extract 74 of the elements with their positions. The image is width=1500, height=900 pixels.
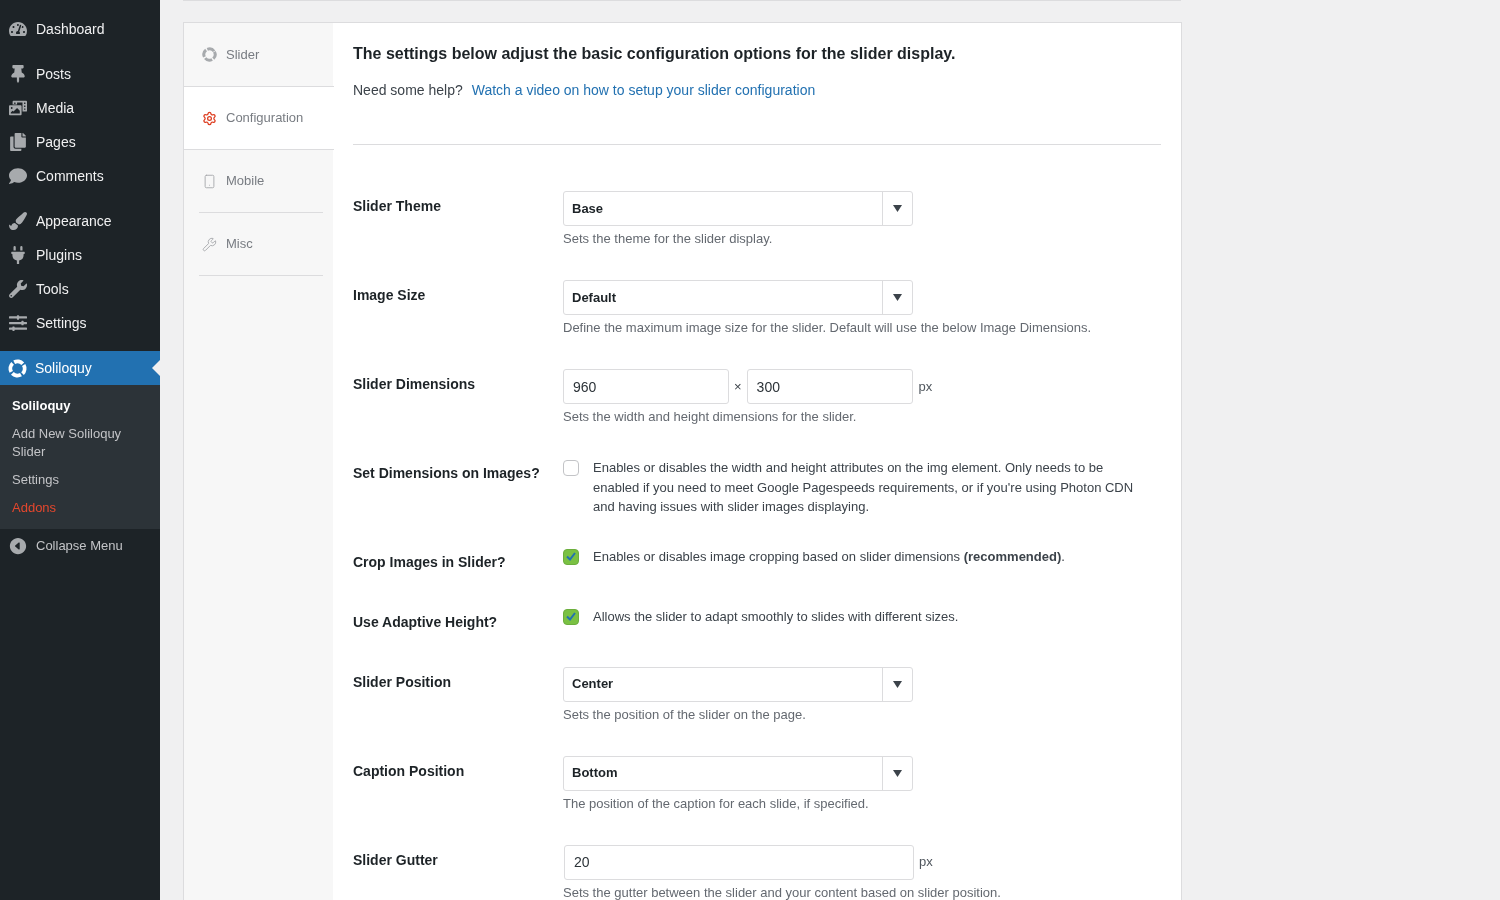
field-description: Sets the theme for the slider display.	[563, 230, 774, 248]
field-label: Slider Dimensions	[353, 376, 476, 392]
field-label: Caption Position	[353, 762, 465, 779]
field-description: Define the maximum image size for the slider. Default will use the below Image Dimensions.	[563, 319, 1093, 337]
panel-heading: The settings below adjust the basic configuration options for the slider display.	[353, 44, 957, 64]
field-description: Enables or disables image cropping based on slider dimensions (recommended).	[593, 547, 1066, 566]
field-description: The position of the caption for each slide, if specified.	[563, 794, 870, 813]
dropdown[interactable]: Default	[563, 280, 913, 315]
paintbrush-icon	[9, 212, 27, 230]
menu-item[interactable]: Soliloquy	[0, 351, 160, 385]
collapse-menu-button[interactable]: Collapse Menu	[0, 529, 160, 563]
phone-icon	[202, 173, 217, 189]
pushpin-icon	[9, 65, 27, 83]
menu-item[interactable]: Plugins	[0, 238, 160, 272]
menu-item[interactable]: Posts	[0, 57, 160, 91]
wrench-icon	[202, 236, 217, 252]
help-text: Need some help?	[353, 81, 463, 100]
submenu-item[interactable]: Soliloquy	[0, 392, 160, 420]
checkmark-icon	[566, 552, 576, 561]
menu-item[interactable]: Dashboard	[0, 12, 160, 46]
wrench-icon	[9, 280, 27, 298]
input-field[interactable]: 20	[564, 844, 914, 880]
unit-label: px	[919, 853, 933, 872]
menu-item[interactable]: Appearance	[0, 204, 160, 238]
submenu-item[interactable]: Settings	[0, 466, 160, 494]
gauge-icon	[9, 20, 27, 38]
collapse-icon	[8, 536, 28, 556]
settings-tab[interactable]: Misc	[199, 213, 323, 276]
field-label: Image Size	[353, 287, 426, 303]
field-label: Slider Position	[353, 673, 451, 690]
menu-item[interactable]: Settings	[0, 306, 160, 340]
field-label: Crop Images in Slider?	[353, 553, 506, 570]
caret-down-icon	[893, 680, 902, 688]
pointer-icon	[152, 360, 160, 376]
checkbox[interactable]	[563, 548, 579, 565]
settings-tab[interactable]: Configuration	[184, 86, 334, 150]
input-field[interactable]: 960	[563, 369, 729, 404]
field-label: Use Adaptive Height?	[353, 613, 498, 630]
caret-down-icon	[893, 205, 902, 212]
menu-item[interactable]: Pages	[0, 125, 160, 159]
gear-icon	[202, 110, 217, 126]
field-description: Enables or disables the width and height attributes on the img element. Only needs to be enabled if you need to meet Google Pagespeeds requirements, or if you're using Photon CDN and having issues with slider images displaying.	[593, 459, 1135, 516]
dropdown[interactable]: Bottom	[563, 755, 913, 791]
field-description: Sets the gutter between the slider and your content based on slider position.	[563, 883, 1002, 900]
sliders-icon	[9, 314, 27, 332]
menu-item[interactable]: Tools	[0, 272, 160, 306]
caret-down-icon	[893, 294, 902, 301]
times-sign: ×	[734, 377, 742, 396]
menu-item[interactable]: Media	[0, 91, 160, 125]
settings-tab[interactable]: Mobile	[199, 150, 323, 213]
checkmark-icon	[566, 612, 576, 621]
submenu-item[interactable]: Add New Soliloquy Slider	[0, 420, 160, 466]
menu-item[interactable]: Comments	[0, 159, 160, 193]
speech-bubble-icon	[9, 167, 27, 185]
input-field[interactable]: 300	[746, 369, 913, 404]
field-description: Sets the position of the slider on the page.	[563, 705, 807, 724]
media-icon	[9, 99, 27, 117]
field-label: Slider Theme	[353, 198, 441, 214]
field-label: Slider Gutter	[353, 851, 438, 868]
ring-icon	[202, 47, 217, 62]
unit-label: px	[918, 377, 933, 396]
checkbox[interactable]	[563, 608, 579, 625]
ring-icon	[8, 358, 27, 378]
plug-icon	[9, 246, 27, 264]
settings-tab[interactable]: Slider	[199, 23, 323, 86]
caret-down-icon	[893, 769, 902, 777]
pages-icon	[9, 133, 27, 151]
video-link[interactable]: Watch a video on how to setup your slider configuration	[471, 80, 816, 100]
checkbox[interactable]	[563, 460, 579, 476]
field-description: Allows the slider to adapt smoothly to slides with different sizes.	[593, 607, 960, 626]
field-label: Set Dimensions on Images?	[353, 465, 540, 481]
field-description: Sets the width and height dimensions for the slider.	[563, 408, 858, 426]
dropdown[interactable]: Center	[563, 666, 913, 702]
dropdown[interactable]: Base	[563, 191, 913, 226]
